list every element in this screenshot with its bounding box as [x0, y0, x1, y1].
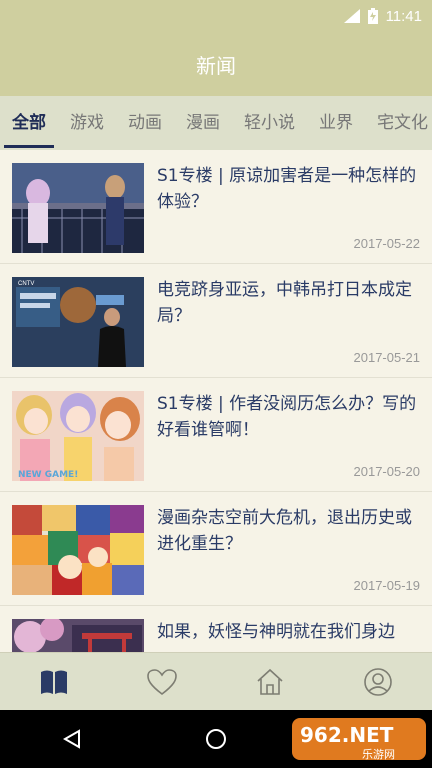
anime-scene-image: [12, 163, 144, 253]
news-item[interactable]: 漫画杂志空前大危机，退出历史或进化重生？ 2017-05-19: [0, 492, 432, 606]
svg-text:NEW GAME!: NEW GAME!: [18, 470, 78, 480]
tab-industry[interactable]: 业界: [307, 96, 365, 150]
nav-favorites[interactable]: [132, 653, 192, 711]
manga-collage-image: [12, 505, 144, 595]
battery-icon: [367, 8, 378, 24]
news-item[interactable]: CNTV 电竞跻身亚运，中韩吊打日本成定局？ 2017-05-21: [0, 264, 432, 378]
nav-home[interactable]: [240, 653, 300, 711]
home-icon: [257, 668, 283, 695]
tab-anime[interactable]: 动画: [116, 96, 174, 150]
news-thumbnail: NEW GAME!: [12, 391, 144, 481]
app-bar: 新闻: [0, 32, 432, 96]
news-thumbnail: [12, 619, 144, 652]
user-icon: [364, 667, 392, 696]
news-thumbnail: [12, 163, 144, 253]
tab-light-novel[interactable]: 轻小说: [232, 96, 307, 150]
svg-text:CNTV: CNTV: [18, 281, 34, 287]
signal-icon: [343, 9, 360, 23]
status-time: 11:41: [385, 7, 422, 25]
news-title: 电竞跻身亚运，中韩吊打日本成定局？: [157, 280, 412, 326]
tv-news-image: CNTV: [12, 277, 144, 367]
home-circle-icon: [206, 729, 226, 749]
svg-text:962.NET: 962.NET: [300, 723, 394, 747]
news-thumbnail: [12, 505, 144, 595]
news-date: 2017-05-20: [353, 464, 421, 479]
news-date: 2017-05-21: [353, 350, 421, 365]
svg-text:乐游网: 乐游网: [362, 748, 395, 761]
back-triangle-icon: [62, 729, 80, 749]
news-date: 2017-05-22: [353, 236, 421, 251]
tab-manga[interactable]: 漫画: [174, 96, 232, 150]
nav-profile[interactable]: [348, 653, 408, 711]
category-tabs: 全部 游戏 动画 漫画 轻小说 业界 宅文化: [0, 96, 432, 150]
news-date: 2017-05-19: [353, 578, 421, 593]
tab-games[interactable]: 游戏: [58, 96, 116, 150]
bottom-navigation: [0, 652, 432, 710]
book-icon: [41, 670, 67, 694]
news-title: 如果，妖怪与神明就在我们身边: [157, 622, 395, 642]
news-list: S1专楼 | 原谅加害者是一种怎样的体验？ 2017-05-22 CNTV 电竞…: [0, 150, 432, 652]
site-watermark-logo: 962.NET 乐游网: [292, 718, 426, 761]
news-title: S1专楼 | 作者没阅历怎么办？写的好看谁管啊！: [157, 394, 417, 440]
news-item[interactable]: S1专楼 | 原谅加害者是一种怎样的体验？ 2017-05-22: [0, 150, 432, 264]
tab-otaku-culture[interactable]: 宅文化: [365, 96, 432, 150]
news-title: S1专楼 | 原谅加害者是一种怎样的体验？: [157, 166, 417, 212]
tab-all[interactable]: 全部: [0, 96, 58, 150]
news-item[interactable]: NEW GAME! S1专楼 | 作者没阅历怎么办？写的好看谁管啊！ 2017-…: [0, 378, 432, 492]
page-title: 新闻: [196, 53, 236, 78]
back-button[interactable]: [52, 719, 92, 759]
heart-icon: [147, 668, 177, 695]
new-game-image: NEW GAME!: [12, 391, 144, 481]
news-thumbnail: CNTV: [12, 277, 144, 367]
nav-news[interactable]: [24, 653, 84, 711]
status-bar: 11:41: [0, 0, 432, 32]
home-button[interactable]: [196, 719, 236, 759]
news-title: 漫画杂志空前大危机，退出历史或进化重生？: [157, 508, 412, 554]
news-item[interactable]: 如果，妖怪与神明就在我们身边: [0, 606, 432, 652]
shrine-scene-image: [12, 619, 144, 652]
